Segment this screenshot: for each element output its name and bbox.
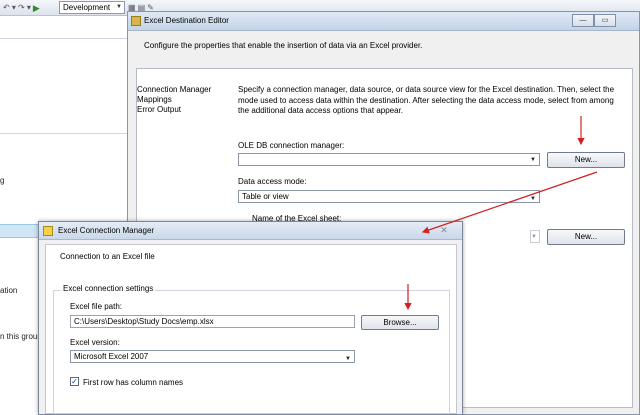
browse-button[interactable]: Browse... bbox=[361, 315, 439, 330]
access-mode-dropdown[interactable]: Table or view ▼ bbox=[238, 190, 540, 203]
ecm-title: Excel Connection Manager bbox=[58, 226, 155, 235]
ede-title: Excel Destination Editor bbox=[144, 16, 229, 25]
undo-icon[interactable]: ↶ ▾ bbox=[3, 2, 16, 14]
ecm-title-bar: Excel Connection Manager ✕ bbox=[39, 222, 462, 240]
first-row-checkbox[interactable]: ✓ bbox=[70, 377, 79, 386]
chevron-down-icon: ▼ bbox=[530, 196, 536, 202]
ede-info-text: Specify a connection manager, data sourc… bbox=[238, 85, 615, 115]
chevron-down-icon: ▼ bbox=[530, 157, 536, 163]
excel-version-label: Excel version: bbox=[70, 338, 120, 347]
ecm-subtitle: Connection to an Excel file bbox=[60, 252, 155, 261]
chevron-down-icon: ▼ bbox=[531, 234, 537, 240]
file-path-input[interactable]: C:\Users\Desktop\Study Docs\emp.xlsx bbox=[70, 315, 355, 328]
ide-left-text: g bbox=[0, 176, 5, 185]
excel-version-dropdown[interactable]: Microsoft Excel 2007 ▼ bbox=[70, 350, 355, 363]
redo-icon[interactable]: ↷ ▾ bbox=[18, 2, 31, 14]
sheet-dropdown[interactable]: ▼ bbox=[530, 230, 540, 243]
maximize-icon[interactable]: ▭ bbox=[594, 14, 616, 27]
chevron-down-icon: ▼ bbox=[345, 356, 351, 362]
start-debug-icon[interactable]: ▶ bbox=[33, 3, 40, 14]
close-icon[interactable]: ✕ bbox=[432, 224, 456, 237]
access-mode-label: Data access mode: bbox=[238, 177, 307, 186]
nav-item-mappings[interactable]: Mappings bbox=[137, 95, 223, 105]
ede-title-bar: Excel Destination Editor — ▭ bbox=[128, 12, 639, 31]
connection-settings-label: Excel connection settings bbox=[61, 284, 156, 293]
access-mode-value: Table or view bbox=[242, 192, 289, 201]
nav-item-error-output[interactable]: Error Output bbox=[137, 105, 223, 115]
panel-divider bbox=[0, 133, 128, 134]
ole-db-label: OLE DB connection manager: bbox=[238, 141, 345, 150]
excel-version-value: Microsoft Excel 2007 bbox=[74, 352, 149, 361]
ide-left-text: ation bbox=[0, 286, 18, 295]
ole-db-connection-dropdown[interactable]: ▼ bbox=[238, 153, 540, 166]
chevron-down-icon: ▼ bbox=[116, 4, 122, 10]
new-sheet-button[interactable]: New... bbox=[547, 229, 625, 245]
ide-left-text: n this group bbox=[0, 332, 42, 341]
ede-description: Configure the properties that enable the… bbox=[144, 41, 423, 50]
ede-nav-list: Connection Manager Mappings Error Output bbox=[137, 85, 223, 115]
minimize-icon[interactable]: — bbox=[572, 14, 594, 27]
excel-connection-manager-dialog: Excel Connection Manager ✕ Connection to… bbox=[38, 221, 463, 415]
first-row-label: First row has column names bbox=[83, 378, 184, 387]
new-connection-button[interactable]: New... bbox=[547, 152, 625, 168]
ssis-icon bbox=[131, 16, 141, 26]
undo-redo-group: ↶ ▾ ↷ ▾ ▶ bbox=[3, 2, 40, 14]
panel-divider bbox=[0, 38, 128, 39]
nav-item-connection-manager[interactable]: Connection Manager bbox=[137, 85, 223, 95]
file-path-label: Excel file path: bbox=[70, 302, 123, 311]
excel-file-icon bbox=[43, 226, 53, 236]
solution-config-dropdown[interactable]: Development ▼ bbox=[59, 1, 125, 14]
solution-config-value: Development bbox=[63, 3, 111, 12]
